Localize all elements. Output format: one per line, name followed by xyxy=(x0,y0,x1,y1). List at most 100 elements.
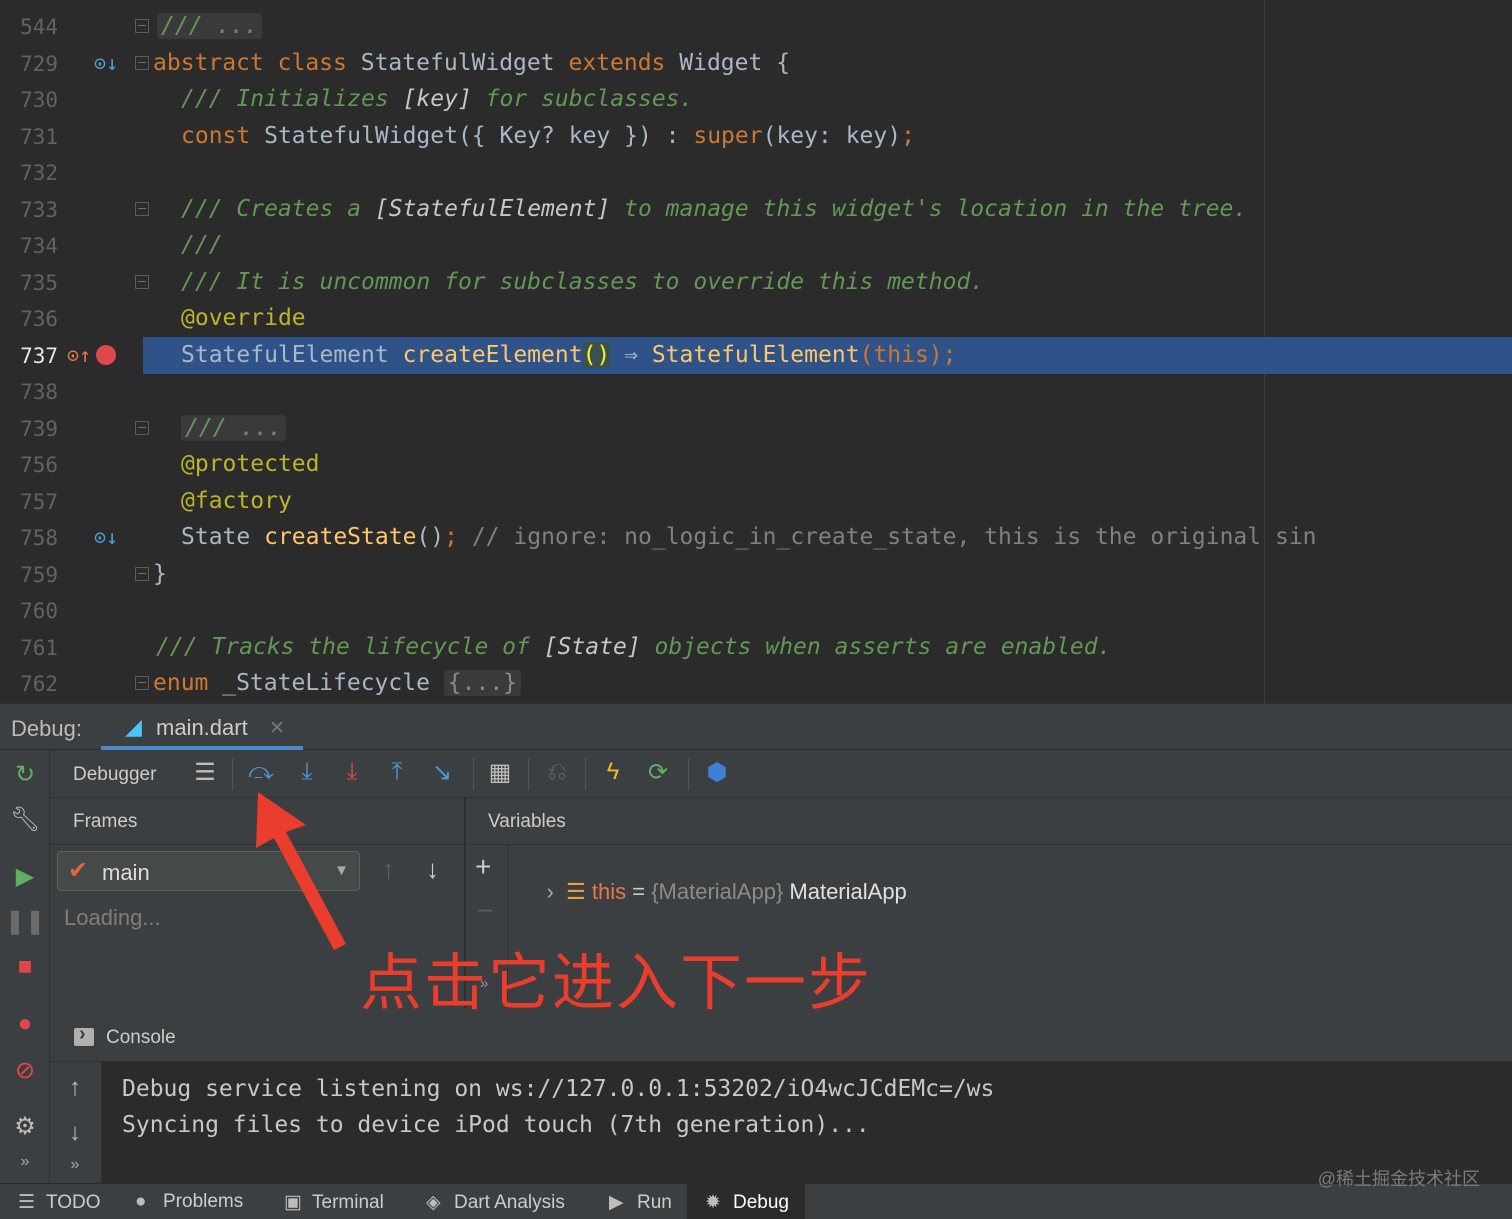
pause-icon[interactable]: ❚❚ xyxy=(0,907,50,936)
annotation-text: 点击它进入下一步 xyxy=(360,946,873,1019)
code-text: enum _StateLifecycle {...} xyxy=(153,670,522,696)
line-number: 730 xyxy=(20,88,58,112)
code-line-738[interactable]: 738 xyxy=(0,373,1512,410)
code-text: /// Creates a [StatefulElement] to manag… xyxy=(181,196,1248,222)
field-icon: ☰ xyxy=(566,879,592,904)
code-line-730[interactable]: 730 /// Initializes [key] for subclasses… xyxy=(0,81,1512,118)
code-text: @protected xyxy=(181,451,320,477)
code-line-734[interactable]: 734 /// xyxy=(0,227,1512,264)
step-into-icon[interactable]: ⤓ xyxy=(290,758,324,786)
thread-selector[interactable]: ✔ main ▼ xyxy=(57,851,360,891)
step-over-icon[interactable]: ⤼ xyxy=(244,758,278,786)
debugger-tab[interactable]: Debugger xyxy=(73,764,156,786)
console-output[interactable]: Debug service listening on ws://127.0.0.… xyxy=(102,1062,1512,1183)
stop-icon[interactable]: ■ xyxy=(0,953,50,981)
terminal-tab[interactable]: ▣ Terminal xyxy=(284,1184,384,1219)
debug-tab[interactable]: ✹ Debug xyxy=(687,1184,805,1219)
console-side-toolbar: ↑ ↓ » xyxy=(50,1062,102,1183)
scroll-up-icon[interactable]: ↑ xyxy=(50,1074,100,1102)
step-out-icon[interactable]: ⤒ xyxy=(380,758,414,786)
line-number: 732 xyxy=(20,161,58,185)
code-line-731[interactable]: 731 const StatefulWidget({ Key? key }) :… xyxy=(0,118,1512,155)
evaluate-expression-icon[interactable]: ▦ xyxy=(483,758,517,787)
scroll-down-icon[interactable]: ↓ xyxy=(50,1119,100,1147)
code-text: StatefulElement createElement() ⇒ Statef… xyxy=(181,342,957,368)
chevron-down-icon: ▼ xyxy=(334,862,349,879)
fold-expand-icon[interactable] xyxy=(135,19,149,33)
view-breakpoints-icon[interactable]: ● xyxy=(0,1010,50,1038)
more-icon[interactable]: » xyxy=(50,1156,100,1174)
dart-analysis-tab[interactable]: ◈ Dart Analysis xyxy=(426,1184,565,1219)
debug-title: Debug: xyxy=(11,716,82,741)
implemented-by-icon[interactable]: ⊙↓ xyxy=(94,525,118,549)
chevron-right-icon[interactable]: › xyxy=(546,879,566,904)
toolbar-separator xyxy=(585,758,586,790)
code-editor[interactable]: 544 /// ... 729 ⊙↓ abstract class Statef… xyxy=(0,0,1512,703)
rerun-icon[interactable]: ↻ xyxy=(0,760,50,789)
code-line-761[interactable]: 761 /// Tracks the lifecycle of [State] … xyxy=(0,629,1512,666)
arrow-down-icon[interactable]: ↓ xyxy=(426,854,439,885)
toolbar-separator xyxy=(528,758,529,790)
code-line-757[interactable]: 757 @factory xyxy=(0,483,1512,520)
code-line-758[interactable]: 758 ⊙↓ State createState(); // ignore: n… xyxy=(0,519,1512,556)
code-text: @factory xyxy=(181,488,292,514)
overrides-method-icon[interactable]: ⊙↑ xyxy=(67,343,91,367)
resume-program-icon[interactable]: ▶︎ xyxy=(0,862,50,891)
problems-tab[interactable]: ● Problems xyxy=(135,1184,243,1219)
debugger-toolbar: Debugger ☰ ⤼ ⤓ ⤓ ⤒ ↘ ▦ ⎌ ϟ ⟳ ⬢ xyxy=(50,750,1512,798)
code-text: /// ... xyxy=(181,415,286,441)
breakpoint-icon[interactable] xyxy=(96,345,116,365)
fold-end-icon[interactable] xyxy=(135,567,149,581)
dart-file-icon: ◢ xyxy=(125,714,142,739)
debug-session-tab[interactable]: ◢ main.dart ✕ xyxy=(101,704,303,750)
fold-collapse-icon[interactable] xyxy=(135,56,149,70)
code-line-732[interactable]: 732 xyxy=(0,154,1512,191)
fold-expand-icon[interactable] xyxy=(135,421,149,435)
code-line-756[interactable]: 756 @protected xyxy=(0,446,1512,483)
code-line-739[interactable]: 739 /// ... xyxy=(0,410,1512,447)
line-number: 737 xyxy=(20,344,58,368)
force-step-into-icon[interactable]: ⤓ xyxy=(335,758,369,786)
fold-end-icon[interactable] xyxy=(135,275,149,289)
code-text: @override xyxy=(181,305,306,331)
todo-tab[interactable]: ☰ TODO xyxy=(18,1184,101,1219)
code-line-735[interactable]: 735 /// It is uncommon for subclasses to… xyxy=(0,264,1512,301)
arrow-up-icon[interactable]: ↑ xyxy=(382,854,395,885)
debug-side-toolbar: ↻ 🔧︎ ▶︎ ❚❚ ■ ● ⊘ ⚙︎ » xyxy=(0,750,50,1183)
console-tab[interactable]: Console xyxy=(106,1027,176,1049)
code-text: abstract class StatefulWidget extends Wi… xyxy=(153,50,791,76)
more-icon[interactable]: » xyxy=(0,1153,50,1171)
code-text: /// xyxy=(181,232,223,258)
run-to-cursor-icon[interactable]: ↘ xyxy=(425,758,459,787)
code-text: /// It is uncommon for subclasses to ove… xyxy=(181,269,985,295)
code-text: /// Initializes [key] for subclasses. xyxy=(181,86,694,112)
code-line-762[interactable]: 762 enum _StateLifecycle {...} xyxy=(0,665,1512,702)
code-line-733[interactable]: 733 /// Creates a [StatefulElement] to m… xyxy=(0,191,1512,228)
fold-collapse-icon[interactable] xyxy=(135,202,149,216)
code-line-737[interactable]: 737 ⊙↑ StatefulElement createElement() ⇒… xyxy=(0,337,1512,374)
debug-tool-window-header: Debug: ◢ main.dart ✕ xyxy=(0,703,1512,750)
mute-breakpoints-icon[interactable]: ⊘ xyxy=(0,1056,50,1085)
dart-devtools-icon[interactable]: ⬢ xyxy=(700,758,734,787)
dart-analysis-icon: ◈ xyxy=(426,1192,441,1213)
code-line-759[interactable]: 759 } xyxy=(0,556,1512,593)
line-number: 729 xyxy=(20,52,58,76)
code-line-544[interactable]: 544 /// ... xyxy=(0,8,1512,45)
variable-row[interactable]: › ☰ this = {MaterialApp} MaterialApp xyxy=(522,853,906,931)
run-tab[interactable]: ▶ Run xyxy=(609,1184,672,1219)
wrench-icon[interactable]: 🔧︎ xyxy=(0,805,50,834)
add-watch-icon[interactable]: + xyxy=(475,851,491,883)
drop-frame-icon[interactable]: ⎌ xyxy=(540,758,574,786)
line-number: 757 xyxy=(20,490,58,514)
close-icon[interactable]: ✕ xyxy=(269,717,285,740)
code-line-760[interactable]: 760 xyxy=(0,592,1512,629)
gear-icon[interactable]: ⚙︎ xyxy=(0,1112,50,1141)
fold-expand-icon[interactable] xyxy=(135,676,149,690)
hot-reload-icon[interactable]: ϟ xyxy=(596,758,630,786)
implemented-by-icon[interactable]: ⊙↓ xyxy=(94,51,118,75)
hot-restart-icon[interactable]: ⟳ xyxy=(641,758,675,787)
code-line-729[interactable]: 729 ⊙↓ abstract class StatefulWidget ext… xyxy=(0,45,1512,82)
show-execution-point-icon[interactable]: ☰ xyxy=(188,758,222,787)
remove-watch-icon[interactable]: − xyxy=(477,895,493,927)
code-line-736[interactable]: 736 @override xyxy=(0,300,1512,337)
